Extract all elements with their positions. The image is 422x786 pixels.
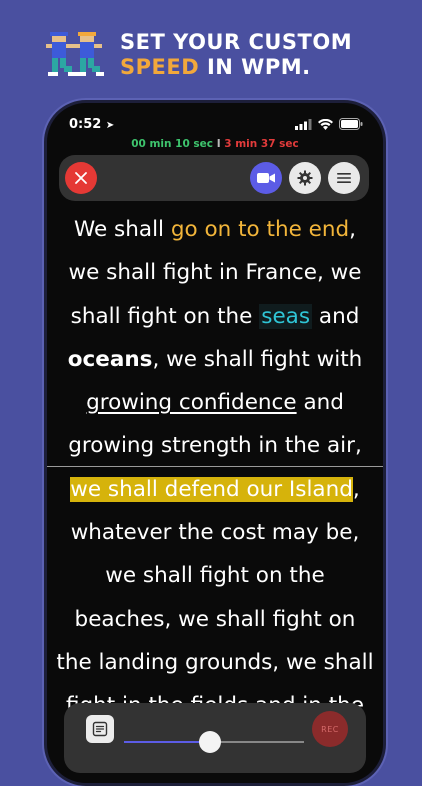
bottom-controls: REC (64, 703, 366, 773)
close-button[interactable] (65, 162, 97, 194)
menu-button[interactable] (328, 162, 360, 194)
marked-text: we shall defend our Island (70, 476, 353, 502)
script-line: the landing grounds, we shall (56, 649, 374, 675)
script-line-current: we shall defend our Island, (70, 476, 360, 502)
script-line: shall fight on the seas and (70, 303, 360, 329)
elapsed-time: 00 min 10 sec (131, 138, 214, 150)
wifi-icon (318, 118, 333, 130)
highlight-yellow-text: go on to the end (170, 217, 350, 242)
timer-separator: I (216, 138, 221, 150)
remaining-time: 3 min 37 sec (224, 138, 299, 150)
script-line: whatever the cost may be, (70, 520, 360, 546)
teleprompter-script: We shall go on to the end, we shall figh… (47, 208, 383, 728)
notes-button[interactable] (86, 715, 114, 743)
status-time: 0:52 ➤ (69, 117, 115, 132)
banner-headline: SET YOUR CUSTOM SPEED IN WPM. (120, 30, 352, 80)
script-line: growing confidence and (86, 390, 344, 416)
location-arrow-icon: ➤ (105, 120, 115, 131)
phone-frame: 0:52 ➤ 00 min 10 sec I 3 min 37 sec We s… (44, 100, 386, 786)
gear-icon (297, 170, 313, 186)
bold-text: oceans (67, 346, 153, 372)
headline-rest: IN WPM. (199, 55, 311, 79)
headline-line-2: SPEED IN WPM. (120, 55, 352, 80)
reading-guide-line (47, 466, 383, 467)
status-bar: 0:52 ➤ (47, 103, 383, 143)
speed-slider[interactable] (124, 731, 304, 753)
video-camera-icon (257, 173, 275, 183)
top-toolbar (59, 155, 369, 201)
settings-button[interactable] (289, 162, 321, 194)
script-line: oceans, we shall fight with (67, 346, 363, 372)
signal-bars-icon (295, 118, 312, 130)
script-line: we shall fight on the (105, 563, 325, 589)
underlined-text: growing confidence (86, 390, 297, 416)
close-icon (75, 172, 87, 184)
teleprompter-timer: 00 min 10 sec I 3 min 37 sec (47, 138, 383, 150)
promo-banner: SET YOUR CUSTOM SPEED IN WPM. (0, 0, 422, 100)
notes-icon (92, 721, 108, 737)
headline-accent: SPEED (120, 55, 200, 79)
rec-button[interactable]: REC (312, 711, 348, 747)
record-video-button[interactable] (250, 162, 282, 194)
running-people-icon (46, 32, 104, 76)
battery-icon (339, 118, 363, 130)
status-icons (295, 118, 363, 130)
script-line: growing strength in the air, (68, 433, 362, 459)
script-line: We shall go on to the end, (74, 217, 356, 242)
highlight-cyan-text: seas (259, 303, 313, 329)
headline-line-1: SET YOUR CUSTOM (120, 30, 353, 54)
speed-slider-fill (124, 741, 211, 743)
script-line: beaches, we shall fight on (74, 606, 356, 632)
hamburger-menu-icon (337, 173, 351, 183)
script-line: we shall fight in France, we (68, 260, 362, 286)
